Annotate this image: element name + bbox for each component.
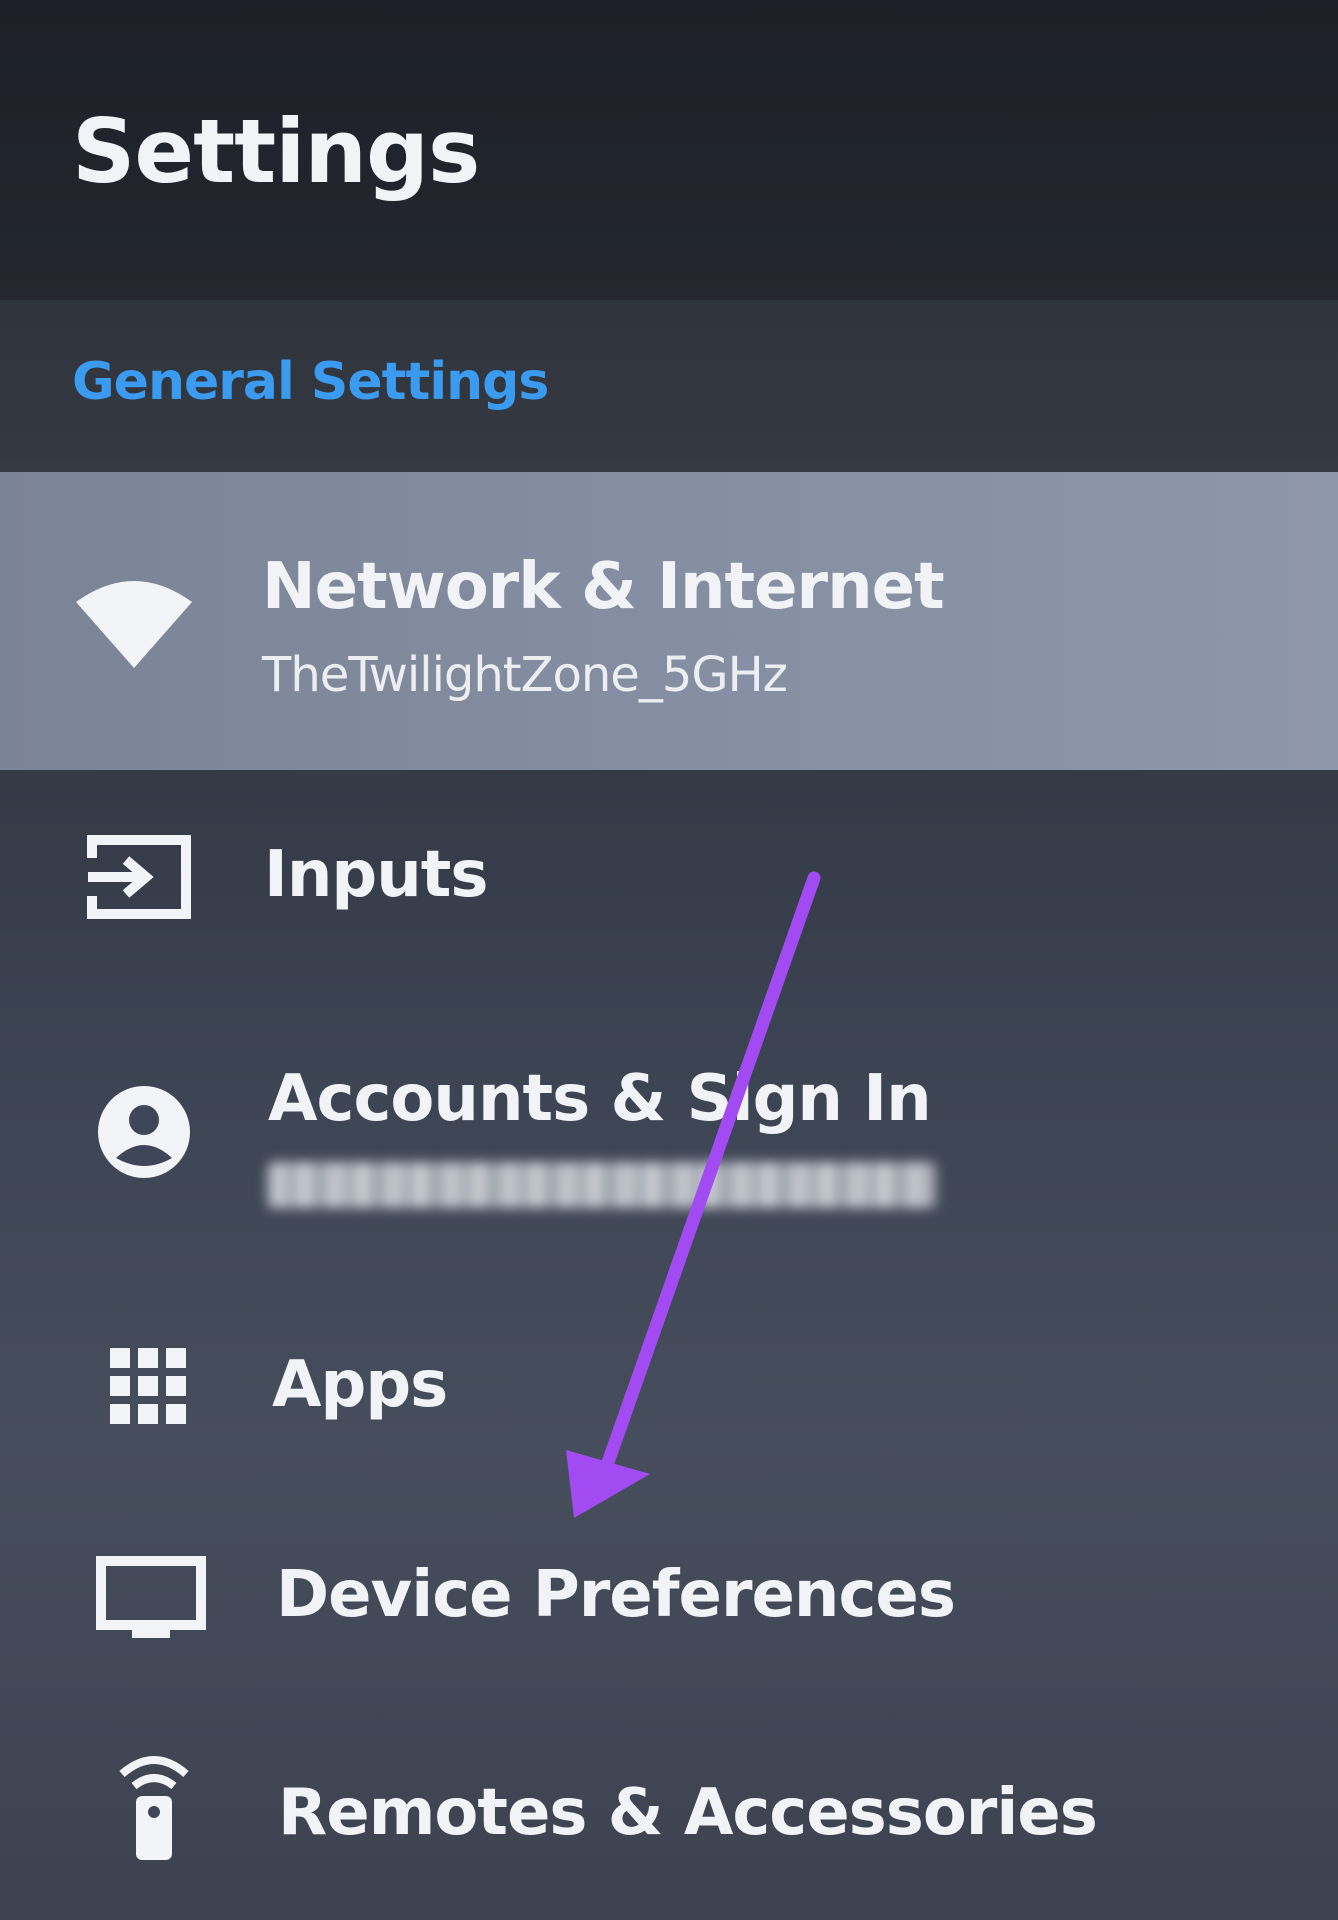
- wifi-icon: [76, 581, 192, 668]
- menu-item-label: Apps: [272, 1348, 448, 1422]
- account-icon: [98, 1086, 190, 1178]
- tv-icon: [96, 1556, 206, 1638]
- header: Settings: [0, 0, 1338, 300]
- input-icon: [87, 835, 191, 919]
- section-header: General Settings: [0, 300, 1338, 472]
- menu-item-network[interactable]: Network & Internet TheTwilightZone_5GHz: [0, 472, 1338, 770]
- menu-item-remotes[interactable]: Remotes & Accessories: [0, 1740, 1338, 1890]
- network-name: TheTwilightZone_5GHz: [262, 647, 788, 703]
- menu-item-inputs[interactable]: Inputs: [0, 790, 1338, 970]
- menu-item-label: Inputs: [264, 838, 488, 912]
- page-title: Settings: [72, 100, 480, 203]
- account-email-redacted: [268, 1162, 936, 1208]
- menu-item-label: Device Preferences: [276, 1558, 956, 1632]
- menu-item-accounts[interactable]: Accounts & Sign In: [0, 1040, 1338, 1240]
- remote-icon: [119, 1756, 189, 1860]
- menu-item-apps[interactable]: Apps: [0, 1310, 1338, 1460]
- menu-item-label: Network & Internet: [262, 550, 945, 624]
- menu-item-device-preferences[interactable]: Device Preferences: [0, 1520, 1338, 1670]
- menu-item-label: Remotes & Accessories: [278, 1776, 1098, 1850]
- apps-grid-icon: [110, 1348, 186, 1424]
- section-label: General Settings: [72, 352, 549, 412]
- menu-item-label: Accounts & Sign In: [268, 1062, 932, 1136]
